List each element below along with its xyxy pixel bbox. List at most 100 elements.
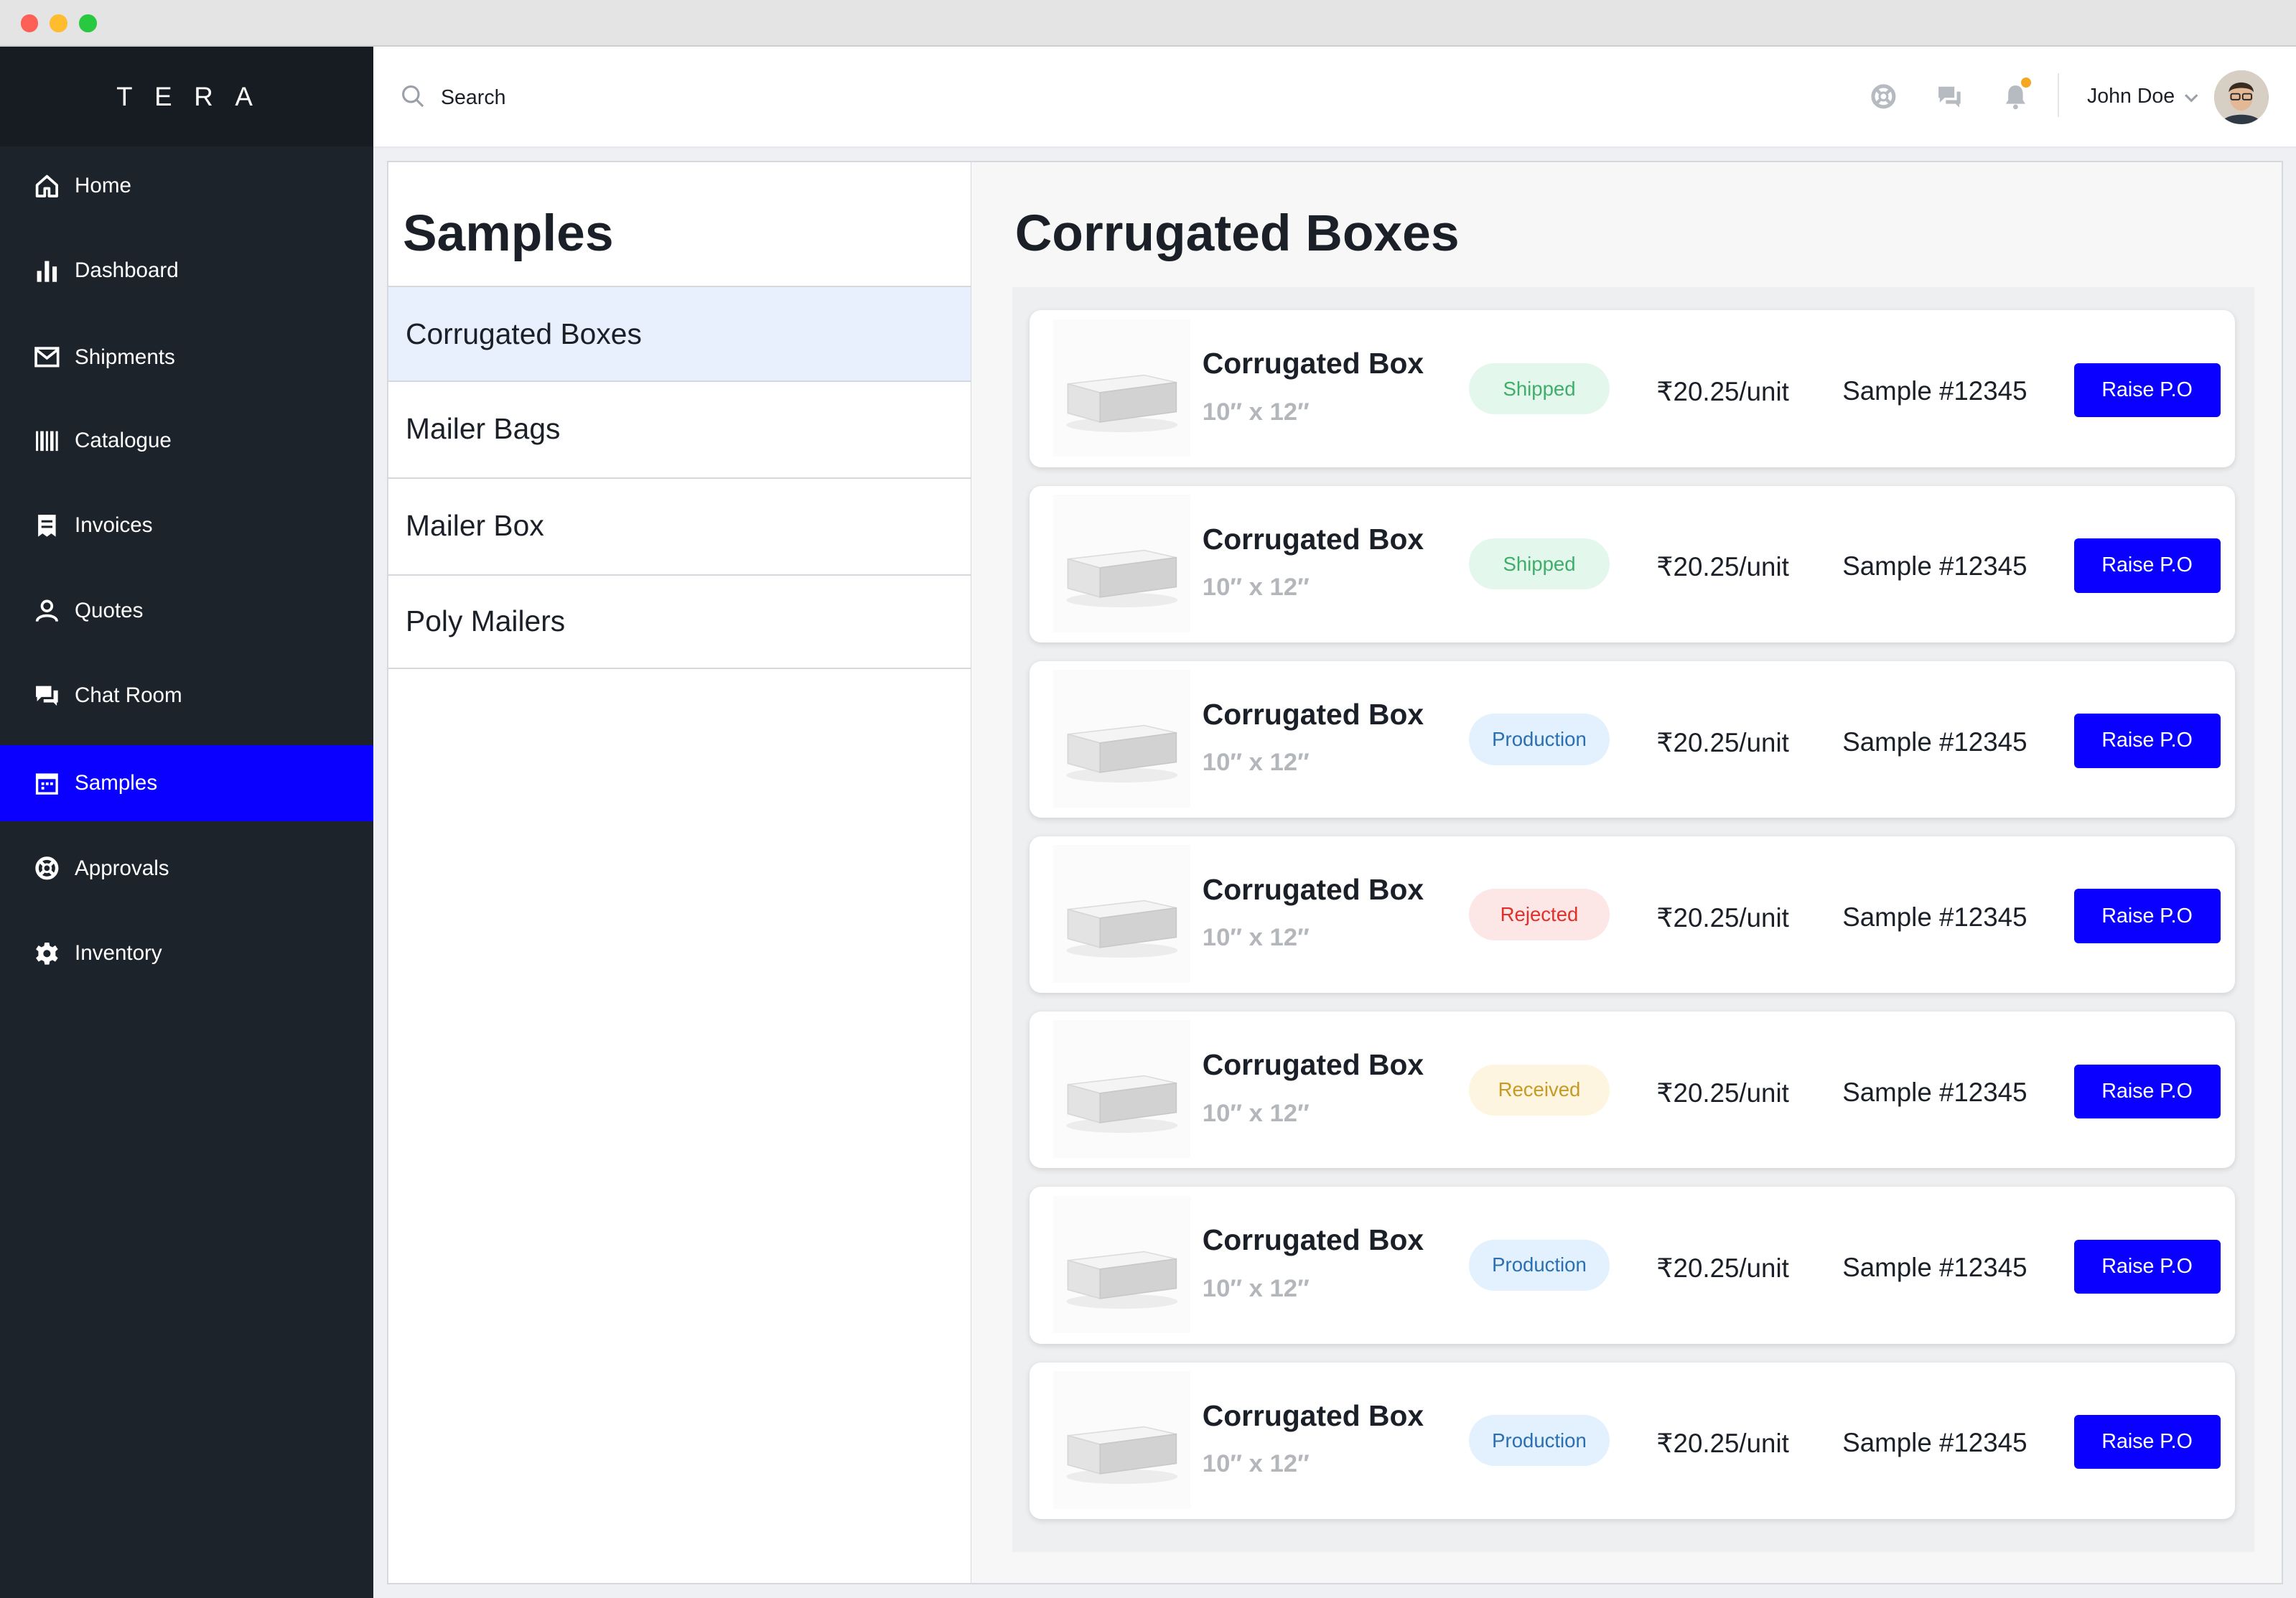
mail-icon [34,347,60,368]
product-name: Corrugated Box [1202,522,1424,556]
status-badge: Shipped [1469,363,1610,415]
raise-po-button[interactable]: Raise P.O [2073,1239,2221,1294]
sample-number: Sample #12345 [1842,551,2027,581]
sidebar-item-catalogue[interactable]: Catalogue [0,403,373,479]
sidebar-item-label: Dashboard [75,258,179,283]
bar-chart-icon [37,261,57,282]
category-item-mailer-bags[interactable]: Mailer Bags [388,380,971,476]
unit-price: ₹20.25/unit [1656,552,1789,582]
barcode-icon [35,431,58,451]
sample-number: Sample #12345 [1842,376,2027,406]
product-size: 10″ x 12″ [1202,1099,1310,1127]
sidebar-item-label: Samples [75,771,158,795]
product-name: Corrugated Box [1202,1223,1424,1257]
avatar[interactable] [2214,70,2269,125]
sidebar-item-home[interactable]: Home [0,148,373,224]
product-image [1053,845,1191,983]
sample-number: Sample #12345 [1842,1077,2027,1107]
sample-list: Corrugated Box 10″ x 12″ Shipped ₹20.25/… [1012,286,2254,1553]
close-window-button[interactable] [20,14,39,32]
category-panel: Samples Corrugated Boxes Mailer Bags Mai… [386,161,973,1585]
category-label: Mailer Box [406,508,544,542]
detail-title: Corrugated Boxes [1014,204,1460,262]
sample-number: Sample #12345 [1842,1428,2027,1458]
sidebar-item-label: Approvals [75,856,169,880]
raise-po-button[interactable]: Raise P.O [2073,363,2221,418]
status-badge: Production [1469,1239,1610,1291]
category-item-corrugated-boxes[interactable]: Corrugated Boxes [388,285,971,381]
sidebar-item-dashboard[interactable]: Dashboard [0,233,373,309]
gear-icon [35,942,58,965]
raise-po-button[interactable]: Raise P.O [2073,538,2221,593]
category-item-poly-mailers[interactable]: Poly Mailers [388,574,971,670]
sidebar-item-label: Home [75,174,131,198]
user-icon [35,599,58,622]
unit-price: ₹20.25/unit [1656,1078,1789,1108]
sidebar-item-label: Catalogue [75,429,172,453]
product-name: Corrugated Box [1202,347,1424,380]
search-input[interactable] [437,76,884,121]
unit-price: ₹20.25/unit [1656,902,1789,933]
raise-po-button[interactable]: Raise P.O [2073,1414,2221,1469]
raise-po-button[interactable]: Raise P.O [2073,1064,2221,1119]
sample-row[interactable]: Corrugated Box 10″ x 12″ Received ₹20.25… [1030,1011,2235,1169]
sample-number: Sample #12345 [1842,902,2027,932]
category-item-mailer-box[interactable]: Mailer Box [388,477,971,573]
sidebar-item-samples[interactable]: Samples [0,745,374,822]
minimize-window-button[interactable] [50,14,67,32]
sidebar-item-quotes[interactable]: Quotes [0,573,373,649]
chat-icon [35,686,58,706]
category-label: Mailer Bags [406,412,561,446]
product-name: Corrugated Box [1202,872,1424,906]
product-name: Corrugated Box [1202,1048,1424,1082]
page-title: Samples [402,204,614,262]
sample-row[interactable]: Corrugated Box 10″ x 12″ Shipped ₹20.25/… [1030,485,2235,643]
product-size: 10″ x 12″ [1202,749,1310,777]
product-size: 10″ x 12″ [1202,924,1310,952]
detail-panel: Corrugated Boxes Corrugated Box 10″ x 12… [971,161,2284,1585]
home-icon [35,174,58,197]
top-bar: John Doe [373,47,2296,148]
user-name[interactable]: John Doe [2087,85,2175,108]
sidebar-item-inventory[interactable]: Inventory [0,915,373,991]
sidebar-item-approvals[interactable]: Approvals [0,831,373,907]
sidebar-item-label: Shipments [75,345,175,369]
header-divider [2058,73,2060,118]
sidebar-item-label: Quotes [75,598,144,622]
status-badge: Production [1469,714,1610,765]
main-content: Samples Corrugated Boxes Mailer Bags Mai… [373,148,2296,1598]
product-size: 10″ x 12″ [1202,573,1310,601]
status-badge: Received [1469,1064,1610,1116]
sample-row[interactable]: Corrugated Box 10″ x 12″ Shipped ₹20.25/… [1030,310,2235,467]
product-size: 10″ x 12″ [1202,398,1310,426]
sample-number: Sample #12345 [1842,726,2027,757]
unit-price: ₹20.25/unit [1656,377,1789,407]
search-icon [401,85,424,108]
sample-row[interactable]: Corrugated Box 10″ x 12″ Rejected ₹20.25… [1030,836,2235,994]
raise-po-button[interactable]: Raise P.O [2073,714,2221,768]
product-size: 10″ x 12″ [1202,1274,1310,1302]
lifebuoy-icon[interactable] [1869,82,1898,111]
maximize-window-button[interactable] [79,14,97,32]
sample-number: Sample #12345 [1842,1253,2027,1283]
sidebar: TERA Home Dashboard Shipments Catalogue … [0,47,374,1598]
sidebar-item-chat-room[interactable]: Chat Room [0,658,373,734]
sidebar-item-label: Inventory [75,941,162,966]
product-image [1053,1020,1191,1159]
product-name: Corrugated Box [1202,697,1424,731]
sidebar-item-label: Invoices [75,513,153,538]
sample-row[interactable]: Corrugated Box 10″ x 12″ Production ₹20.… [1030,1362,2235,1519]
category-label: Corrugated Boxes [406,317,642,350]
window-titlebar [0,0,2296,47]
sidebar-item-invoices[interactable]: Invoices [0,487,373,564]
lifebuoy-icon [35,856,59,880]
sample-row[interactable]: Corrugated Box 10″ x 12″ Production ₹20.… [1030,1187,2235,1344]
chat-icon[interactable] [1935,82,1964,111]
chevron-down-icon[interactable] [2183,89,2200,106]
product-image [1053,670,1191,808]
product-image [1053,319,1191,457]
brand-logo: TERA [0,47,374,146]
sidebar-item-shipments[interactable]: Shipments [0,319,373,396]
sample-row[interactable]: Corrugated Box 10″ x 12″ Production ₹20.… [1030,660,2235,818]
raise-po-button[interactable]: Raise P.O [2073,889,2221,943]
